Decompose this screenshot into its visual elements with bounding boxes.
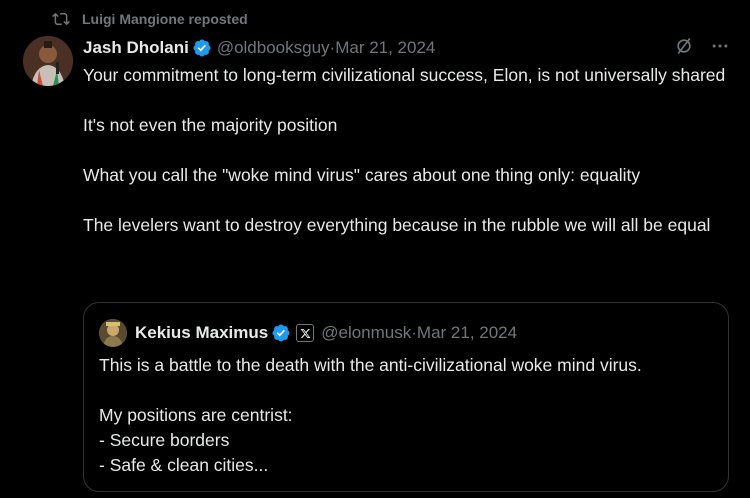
quoted-tweet[interactable]: Kekius Maximus @elonmusk · Mar 21, 2024 …: [83, 302, 729, 492]
tweet-line: Your commitment to long-term civilizatio…: [83, 65, 726, 85]
author-name[interactable]: Jash Dholani: [83, 38, 189, 58]
author-avatar[interactable]: [23, 36, 73, 86]
quoted-line: - Secure borders: [99, 430, 230, 450]
x-affiliate-badge-icon: [296, 324, 315, 342]
quoted-author-handle[interactable]: @elonmusk: [321, 323, 411, 343]
quoted-tweet-text: This is a battle to the death with the a…: [99, 353, 719, 478]
repost-indicator[interactable]: Luigi Mangione reposted: [52, 9, 248, 29]
tweet-text: Your commitment to long-term civilizatio…: [83, 63, 733, 238]
tweet-header: Jash Dholani @oldbooksguy · Mar 21, 2024: [83, 36, 435, 60]
repost-label: Luigi Mangione reposted: [82, 11, 248, 27]
quoted-author-name[interactable]: Kekius Maximus: [135, 323, 268, 343]
repost-icon: [52, 12, 70, 26]
verified-badge-icon: [193, 39, 211, 57]
more-options-icon[interactable]: [710, 36, 730, 56]
quoted-author-avatar[interactable]: [99, 319, 127, 347]
tweet-top-actions: [674, 36, 730, 56]
quoted-tweet-date[interactable]: Mar 21, 2024: [417, 323, 517, 343]
tweet-line: The levelers want to destroy everything …: [83, 215, 711, 235]
quoted-line: My positions are centrist:: [99, 405, 293, 425]
tweet-line: It's not even the majority position: [83, 115, 338, 135]
quoted-tweet-header: Kekius Maximus @elonmusk · Mar 21, 2024: [135, 321, 517, 345]
quoted-line: - Safe & clean cities...: [99, 455, 269, 475]
verified-badge-icon: [272, 324, 290, 342]
quoted-line: This is a battle to the death with the a…: [99, 355, 642, 375]
grok-icon[interactable]: [674, 36, 694, 56]
author-handle[interactable]: @oldbooksguy: [217, 38, 330, 58]
tweet-line: What you call the "woke mind virus" care…: [83, 165, 641, 185]
tweet-date[interactable]: Mar 21, 2024: [335, 38, 435, 58]
